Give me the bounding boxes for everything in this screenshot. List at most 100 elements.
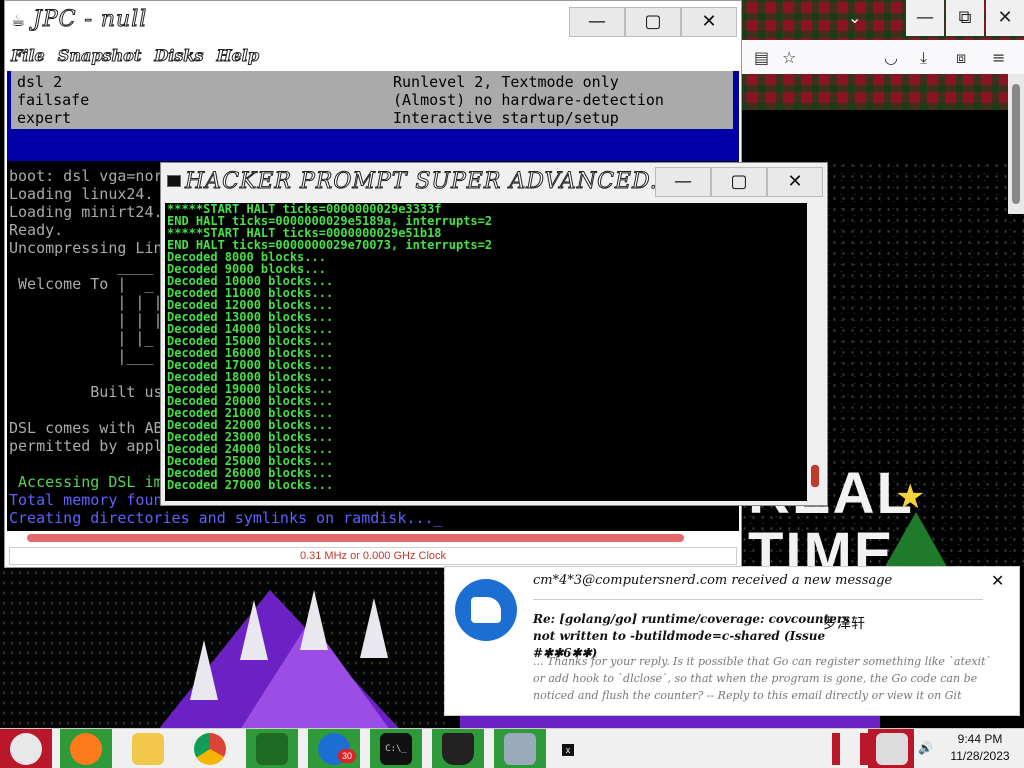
taskbar-thunderbird[interactable]: 30	[308, 729, 360, 768]
console-line: Loading minirt24.	[9, 203, 163, 221]
coffee-icon: ☕	[11, 11, 26, 30]
taskbar-command-prompt[interactable]: C:\_	[370, 729, 422, 768]
scrollbar-thumb[interactable]	[811, 465, 819, 487]
jpc-titlebar[interactable]: ☕ JPC - null — ▢ ✕	[5, 1, 741, 43]
clock-time: 9:44 PM	[957, 732, 1003, 746]
browser-restore-button[interactable]: ⧉	[946, 0, 984, 36]
taskbar-computer[interactable]	[494, 729, 546, 768]
computer-icon	[504, 733, 536, 765]
pocket-icon[interactable]: ◡	[884, 48, 898, 67]
boot-option[interactable]: failsafe (Almost) no hardware-detection	[17, 91, 664, 109]
boot-option[interactable]: dsl 2 Runlevel 2, Textmode only	[17, 73, 619, 91]
taskbar: 30 C:\_ 🔊 9:44 PM 11/28/2023	[0, 728, 1024, 768]
divider	[533, 599, 983, 600]
taskbar-hat-app[interactable]	[432, 729, 484, 768]
reader-view-icon[interactable]: ▤	[754, 48, 769, 67]
console-line: | | |	[9, 293, 163, 311]
tray-close-icon[interactable]: x	[562, 744, 574, 756]
scrollbar-thumb[interactable]	[1012, 84, 1020, 204]
hacker-titlebar[interactable]: HACKER PROMPT SUPER ADVANCED... — ▢ ✕	[161, 163, 827, 203]
hacker-console[interactable]: *****START HALT ticks=0000000029e3333f EN…	[165, 203, 807, 501]
volume-icon[interactable]: 🔊	[918, 741, 933, 755]
downloads-icon[interactable]: ⤓	[920, 48, 927, 68]
close-icon[interactable]: ✕	[991, 571, 1004, 590]
console-line: Loading linux24.	[9, 185, 154, 203]
browser-minimize-button[interactable]: —	[906, 0, 944, 36]
browser-toolbar: ▤ ☆ ◡ ⤓ ⧈ ≡	[740, 40, 1024, 74]
menu-help[interactable]: Help	[216, 43, 260, 69]
console-line: DSL comes with AB	[9, 419, 163, 437]
bookmark-star-icon[interactable]: ☆	[782, 48, 796, 67]
clock-date: 11/28/2023	[950, 749, 1010, 763]
hacker-close-button[interactable]: ✕	[767, 167, 823, 197]
jpc-title: JPC - null	[32, 7, 148, 33]
extensions-icon[interactable]: ⧈	[956, 48, 966, 68]
console-line: Accessing DSL im	[9, 473, 163, 491]
christmas-tree-icon	[256, 733, 288, 765]
notification-sender: cm*4*3@computersnerd.com received a new …	[533, 573, 893, 588]
menu-snapshot[interactable]: Snapshot	[57, 43, 141, 69]
taskbar-tree-app[interactable]	[246, 729, 298, 768]
browser-scrollbar[interactable]	[1008, 74, 1024, 214]
console-line: Creating directories and symlinks on ram…	[9, 509, 443, 527]
console-line: Uncompressing Lin	[9, 239, 163, 257]
hacker-scrollbar[interactable]	[807, 203, 823, 501]
hacker-minimize-button[interactable]: —	[655, 167, 711, 197]
white-spike	[360, 598, 388, 658]
jpc-close-button[interactable]: ✕	[681, 7, 737, 37]
boot-option-name: failsafe	[17, 91, 90, 109]
clock-status: 0.31 MHz or 0.000 GHz Clock	[9, 547, 737, 565]
christmas-tree-decor	[882, 512, 950, 572]
menu-disks[interactable]: Disks	[154, 43, 204, 69]
boot-option[interactable]: expert Interactive startup/setup	[17, 109, 619, 127]
taskbar-chrome[interactable]	[184, 729, 236, 768]
file-explorer-icon	[132, 733, 164, 765]
firefox-icon	[70, 733, 102, 765]
browser-titlebar: — ⧉ ✕	[740, 0, 1024, 36]
mail-notification[interactable]: cm*4*3@computersnerd.com received a new …	[444, 566, 1020, 716]
tray-network[interactable]	[868, 729, 914, 768]
console-line: ____	[9, 257, 154, 275]
start-button[interactable]	[0, 729, 52, 768]
hacker-console-line: Decoded 27000 blocks...	[167, 478, 334, 492]
desktop: REAL TIME ★ — ⧉ ✕ ⌄ ▤ ☆ ◡ ⤓ ⧈ ≡ ☕ JPC - …	[0, 0, 1024, 768]
console-line: | |_	[9, 329, 154, 347]
notification-body: ... Thanks for your reply. Is it possibl…	[533, 655, 992, 702]
network-icon	[876, 733, 908, 765]
jpc-maximize-button[interactable]: ▢	[625, 7, 681, 37]
chrome-icon	[194, 733, 226, 765]
unread-badge: 30	[338, 749, 356, 763]
terminal-icon	[167, 175, 181, 187]
progress-fill	[27, 534, 685, 542]
console-line: Total memory foun	[9, 491, 163, 509]
console-line: boot: dsl vga=nor	[9, 167, 163, 185]
taskbar-file-explorer[interactable]	[122, 729, 174, 768]
magic-hat-icon	[442, 733, 474, 765]
boot-menu: dsl 2 Runlevel 2, Textmode only failsafe (…	[7, 71, 739, 161]
jpc-minimize-button[interactable]: —	[569, 7, 625, 37]
jpc-menubar: File Snapshot Disks Help	[5, 43, 741, 69]
star-icon: ★	[895, 477, 926, 517]
boot-option-name: dsl 2	[17, 73, 63, 91]
taskbar-firefox[interactable]	[60, 729, 112, 768]
white-spike	[240, 600, 268, 660]
hacker-maximize-button[interactable]: ▢	[711, 167, 767, 197]
browser-close-button[interactable]: ✕	[986, 0, 1024, 36]
tray-indicator	[860, 733, 868, 765]
menu-icon[interactable]: ≡	[992, 48, 1005, 67]
taskbar-clock[interactable]: 9:44 PM 11/28/2023	[936, 731, 1024, 765]
santa-icon	[10, 733, 42, 765]
console-line: Built usi	[9, 383, 172, 401]
tray-indicator	[832, 733, 840, 765]
boot-option-name: expert	[17, 109, 72, 127]
console-line: Welcome To | _	[9, 275, 154, 293]
boot-option-desc: Runlevel 2, Textmode only	[393, 73, 619, 91]
menu-file[interactable]: File	[11, 43, 46, 69]
emulation-progress	[9, 531, 737, 545]
console-line: Ready.	[9, 221, 64, 239]
chevron-down-icon[interactable]: ⌄	[848, 8, 861, 27]
hacker-title: HACKER PROMPT SUPER ADVANCED...	[185, 169, 674, 195]
command-prompt-icon: C:\_	[380, 733, 412, 765]
notification-author: 罗泽轩	[823, 616, 865, 632]
thunderbird-icon	[455, 579, 517, 641]
